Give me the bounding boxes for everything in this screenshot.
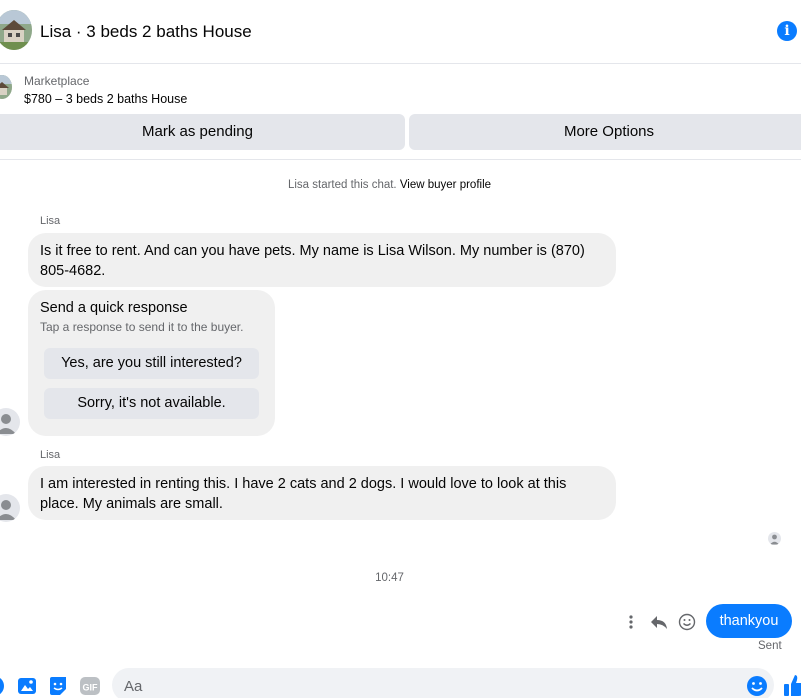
more-options-button[interactable]: More Options xyxy=(409,114,801,150)
react-emoji-icon[interactable] xyxy=(677,612,697,632)
listing-title[interactable]: $780 – 3 beds 2 baths House xyxy=(24,92,187,106)
message-bubble[interactable]: I am interested in renting this. I have … xyxy=(28,466,616,520)
divider xyxy=(0,159,801,160)
quick-response-not-available-button[interactable]: Sorry, it's not available. xyxy=(44,388,259,419)
svg-text:GIF: GIF xyxy=(83,683,99,693)
buyer-avatar[interactable] xyxy=(0,494,20,522)
chat-start-notice: Lisa started this chat. View buyer profi… xyxy=(0,179,779,191)
message-composer xyxy=(112,668,774,698)
sender-name: Lisa xyxy=(40,215,61,227)
view-buyer-profile-link[interactable]: View buyer profile xyxy=(400,179,491,191)
quick-response-still-interested-button[interactable]: Yes, are you still interested? xyxy=(44,348,259,379)
message-timestamp: 10:47 xyxy=(375,572,404,584)
chat-title: Lisa · 3 beds 2 baths House xyxy=(40,22,252,41)
emoji-icon[interactable] xyxy=(746,675,768,697)
quick-response-title: Send a quick response xyxy=(40,300,188,316)
mark-as-pending-button[interactable]: Mark as pending xyxy=(0,114,405,150)
listing-thumbnail[interactable] xyxy=(0,75,12,99)
sticker-icon[interactable] xyxy=(48,675,68,697)
plus-circle-icon[interactable] xyxy=(0,675,6,697)
sender-name: Lisa xyxy=(40,449,61,461)
more-icon[interactable] xyxy=(621,612,641,632)
chat-start-text: Lisa started this chat. xyxy=(287,179,397,191)
photo-icon[interactable] xyxy=(17,675,37,697)
like-icon[interactable] xyxy=(783,672,801,698)
reply-icon[interactable] xyxy=(649,612,669,632)
info-icon[interactable]: i xyxy=(777,21,797,41)
sent-message-bubble[interactable]: thankyou xyxy=(706,604,792,638)
chat-header: Lisa · 3 beds 2 baths House i xyxy=(0,0,801,64)
marketplace-label: Marketplace xyxy=(24,74,90,88)
sent-status: Sent xyxy=(758,640,782,652)
quick-response-subtitle: Tap a response to send it to the buyer. xyxy=(40,320,244,334)
message-input[interactable] xyxy=(124,676,734,696)
gif-icon[interactable]: GIF xyxy=(79,675,101,697)
listing-avatar[interactable] xyxy=(0,10,32,50)
quick-response-card: Send a quick response Tap a response to … xyxy=(28,290,275,436)
message-bubble[interactable]: Is it free to rent. And can you have pet… xyxy=(28,233,616,287)
buyer-avatar[interactable] xyxy=(0,408,20,436)
read-receipt-avatar xyxy=(768,532,781,545)
